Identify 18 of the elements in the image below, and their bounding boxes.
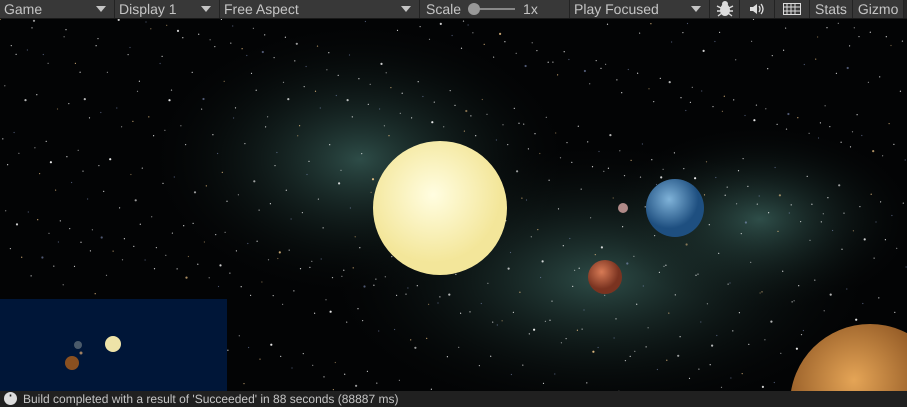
gizmos-button[interactable]: Gizmo <box>852 0 904 18</box>
scale-label: Scale <box>426 1 462 17</box>
bug-icon[interactable] <box>710 0 740 18</box>
slider-thumb[interactable] <box>468 3 480 15</box>
play-mode-dropdown[interactable]: Play Focused <box>570 0 710 18</box>
speaker-icon[interactable] <box>740 0 775 18</box>
aspect-dropdown[interactable]: Free Aspect <box>220 0 420 18</box>
caret-icon <box>691 6 701 12</box>
scale-value: 1x <box>523 1 538 17</box>
caret-icon <box>96 6 106 12</box>
view-dropdown[interactable]: Game <box>0 0 115 18</box>
caret-icon <box>201 6 211 12</box>
status-message: Build completed with a result of 'Succeeded' in 88 seconds (88887 ms) <box>23 392 398 406</box>
planets-drawing <box>65 336 121 370</box>
caret-icon <box>401 6 411 12</box>
stats-button[interactable]: Stats <box>810 0 853 18</box>
keyboard-icon[interactable] <box>775 0 810 18</box>
display-dropdown[interactable]: Display 1 <box>115 0 220 18</box>
